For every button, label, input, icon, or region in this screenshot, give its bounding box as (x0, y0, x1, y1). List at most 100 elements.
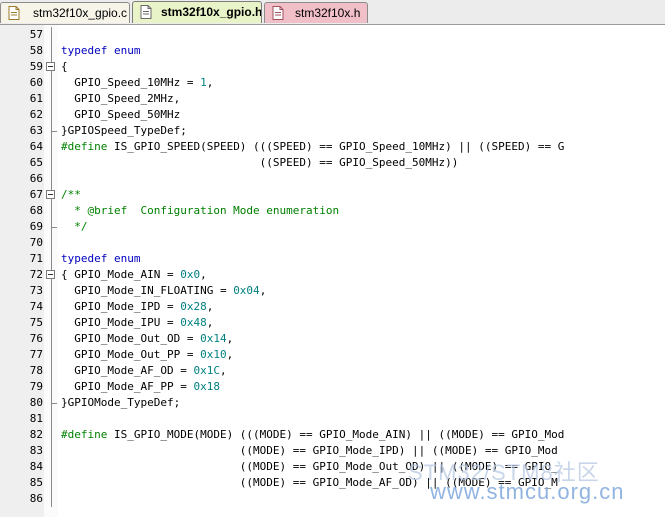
fold-guide (51, 459, 52, 475)
code-token: , (226, 332, 234, 345)
code-line[interactable]: */ (61, 219, 88, 235)
fold-guide (51, 347, 52, 363)
number-token: 0x28 (180, 300, 207, 313)
fold-guide (51, 475, 52, 491)
code-token: , (206, 76, 214, 89)
line-number: 86 (29, 492, 43, 505)
fold-guide (51, 75, 52, 91)
line-number: 60 (29, 76, 43, 89)
fold-guide (51, 219, 52, 227)
fold-guide (51, 139, 52, 155)
code-line[interactable]: GPIO_Speed_50MHz (61, 107, 180, 123)
code-token: GPIO_Mode_Out_PP = (61, 348, 201, 361)
code-token: GPIO_Mode_IPD = (61, 300, 181, 313)
code-line[interactable]: GPIO_Mode_Out_OD = 0x14, (61, 331, 233, 347)
code-token: IS_GPIO_SPEED(SPEED) (((SPEED) == GPIO_S… (107, 140, 565, 153)
comment-token: /** (61, 188, 81, 201)
code-token: GPIO_Mode_AF_PP = (61, 380, 194, 393)
line-number: 75 (29, 316, 43, 329)
tab-bar: stm32f10x_gpio.c stm32f10x_gpio.h stm32f… (0, 0, 665, 25)
line-number: 67 (29, 188, 43, 201)
fold-guide (51, 27, 52, 43)
code-line[interactable]: * @brief Configuration Mode enumeration (61, 203, 339, 219)
code-line[interactable]: GPIO_Mode_AF_PP = 0x18 (61, 379, 220, 395)
fold-guide (51, 491, 52, 507)
collapse-toggle-icon[interactable] (46, 62, 55, 71)
code-line[interactable]: /** (61, 187, 81, 203)
code-token: GPIO_Mode_Out_OD = (61, 332, 201, 345)
fold-guide (51, 155, 52, 171)
fold-guide (51, 411, 52, 427)
code-line[interactable]: GPIO_Mode_AF_OD = 0x1C, (61, 363, 227, 379)
code-line[interactable]: typedef enum (61, 251, 140, 267)
code-token: { (61, 60, 68, 73)
code-token: , (200, 268, 207, 281)
fold-guide (51, 363, 52, 379)
fold-guide (51, 331, 52, 347)
code-token: , (206, 316, 214, 329)
fold-guide (51, 203, 52, 219)
fold-guide (51, 427, 52, 443)
h-file-icon (272, 6, 284, 20)
code-token: GPIO_Speed_10MHz = (61, 76, 201, 89)
code-line[interactable]: GPIO_Speed_2MHz, (61, 91, 180, 107)
fold-guide (51, 43, 52, 59)
line-number: 70 (29, 236, 43, 249)
comment-token: */ (61, 220, 88, 233)
c-file-icon (8, 6, 20, 20)
code-token: IS_GPIO_MODE(MODE) (((MODE) == GPIO_Mode… (107, 428, 565, 441)
fold-guide (51, 123, 52, 131)
fold-guide (51, 171, 52, 187)
code-editor[interactable]: 57 58 typedef enum 59 {60 GPIO_Speed_10MHz =… (0, 25, 665, 517)
line-number: 80 (29, 396, 43, 409)
fold-guide (51, 403, 52, 411)
code-line[interactable]: GPIO_Mode_Out_PP = 0x10, (61, 347, 233, 363)
line-number: 59 (29, 60, 43, 73)
tab-label: stm32f10x_gpio.h (161, 5, 262, 19)
code-line[interactable]: }GPIOMode_TypeDef; (61, 395, 180, 411)
fold-guide (51, 251, 52, 267)
line-number: 62 (29, 108, 43, 121)
comment-token: #define (61, 428, 108, 441)
code-line[interactable]: GPIO_Speed_10MHz = 1, (61, 75, 213, 91)
line-number: 81 (29, 412, 43, 425)
collapse-toggle-icon[interactable] (46, 190, 55, 199)
number-token: 0x14 (200, 332, 227, 345)
code-token: }GPIOMode_TypeDef; (61, 396, 181, 409)
comment-token: #define (61, 140, 108, 153)
code-line[interactable]: #define IS_GPIO_MODE(MODE) (((MODE) == G… (61, 427, 564, 443)
code-line[interactable]: typedef enum (61, 43, 140, 59)
line-number: 69 (29, 220, 43, 233)
code-line[interactable]: GPIO_Mode_IPD = 0x28, (61, 299, 213, 315)
code-token: }GPIOSpeed_TypeDef; (61, 124, 187, 137)
line-number: 85 (29, 476, 43, 489)
tab-stm32f10x-gpio-c[interactable]: stm32f10x_gpio.c (0, 2, 130, 23)
code-token: GPIO_Speed_2MHz, (61, 92, 181, 105)
collapse-toggle-icon[interactable] (46, 270, 55, 279)
number-token: 0x48 (180, 316, 207, 329)
keyword-token: typedef enum (61, 252, 141, 265)
fold-guide (51, 379, 52, 395)
line-number: 79 (29, 380, 43, 393)
tab-stm32f10x-gpio-h[interactable]: stm32f10x_gpio.h (132, 1, 262, 23)
code-line[interactable]: { GPIO_Mode_AIN = 0x0, (61, 267, 207, 283)
tab-label: stm32f10x_gpio.c (33, 6, 128, 20)
fold-guide (51, 443, 52, 459)
line-number: 82 (29, 428, 43, 441)
code-line[interactable]: { (61, 59, 68, 75)
line-number: 58 (29, 44, 43, 57)
number-token: 0x0 (180, 268, 201, 281)
number-token: 1 (200, 76, 207, 89)
line-number: 77 (29, 348, 43, 361)
line-number: 68 (29, 204, 43, 217)
code-line[interactable]: GPIO_Mode_IN_FLOATING = 0x04, (61, 283, 266, 299)
tab-stm32f10x-h[interactable]: stm32f10x.h (264, 2, 368, 23)
code-line[interactable]: ((SPEED) == GPIO_Speed_50MHz)) (61, 155, 459, 171)
code-token: , (219, 364, 227, 377)
code-line[interactable]: }GPIOSpeed_TypeDef; (61, 123, 187, 139)
code-line[interactable]: #define IS_GPIO_SPEED(SPEED) (((SPEED) =… (61, 139, 564, 155)
fold-guide (51, 107, 52, 123)
line-number: 76 (29, 332, 43, 345)
code-line[interactable]: GPIO_Mode_IPU = 0x48, (61, 315, 213, 331)
fold-guide (51, 283, 52, 299)
